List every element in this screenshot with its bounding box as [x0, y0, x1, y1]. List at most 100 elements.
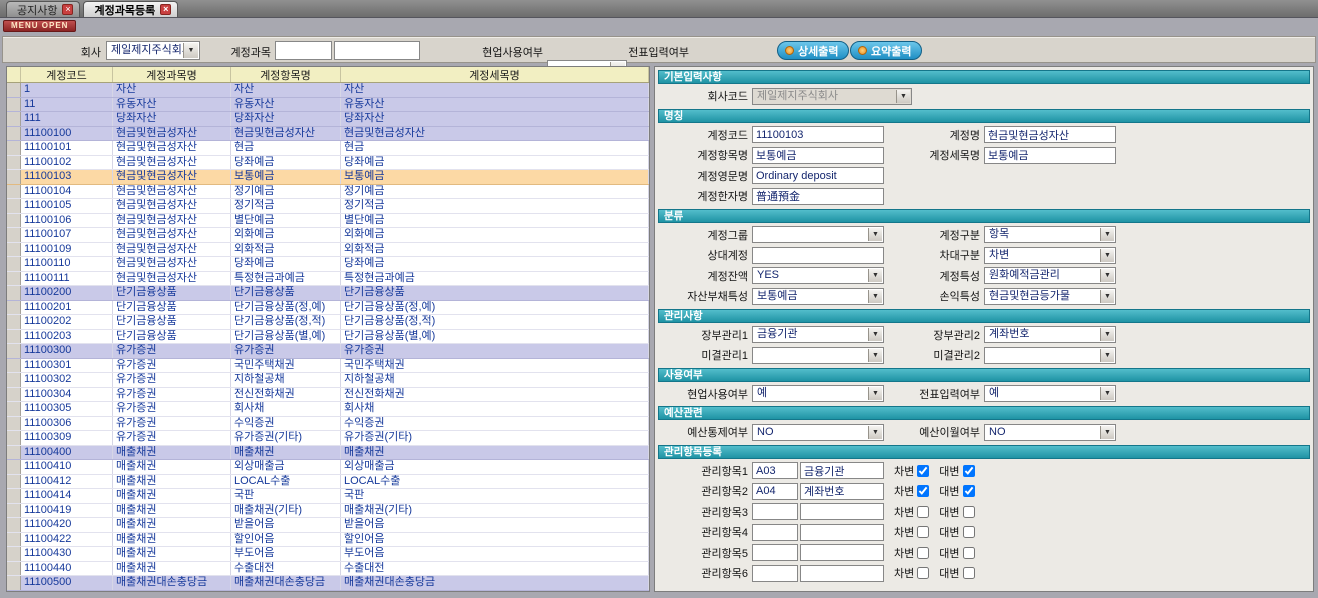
usage-field-select[interactable]: 예 ▼ [752, 385, 884, 402]
mgmt-item-code-input[interactable] [752, 565, 798, 582]
acct-item-input[interactable] [752, 147, 884, 164]
menu-open-button[interactable]: MENU OPEN [3, 20, 76, 32]
table-row[interactable]: 11100107현금및현금성자산외화예금외화예금 [7, 228, 649, 243]
credit-checkbox[interactable] [963, 567, 975, 579]
table-row[interactable]: 11100412매출채권LOCAL수출LOCAL수출 [7, 475, 649, 490]
table-row[interactable]: 11100420매출채권받을어음받을어음 [7, 518, 649, 533]
table-row[interactable]: 11100304유가증권전신전화채권전신전화채권 [7, 388, 649, 403]
acct-detail-input[interactable] [984, 147, 1116, 164]
table-row[interactable]: 11100306유가증권수익증권수익증권 [7, 417, 649, 432]
table-row[interactable]: 11100419매출채권매출채권(기타)매출채권(기타) [7, 504, 649, 519]
table-row[interactable]: 11100414매출채권국판국판 [7, 489, 649, 504]
table-row[interactable]: 11100105현금및현금성자산정기적금정기적금 [7, 199, 649, 214]
table-row[interactable]: 11100202단기금융상품단기금융상품(정,적)단기금융상품(정,적) [7, 315, 649, 330]
column-header[interactable]: 계정과목명 [113, 67, 231, 82]
credit-checkbox[interactable] [963, 485, 975, 497]
cell-account-code: 11100104 [21, 185, 113, 199]
mgmt-item-name-input[interactable] [800, 483, 884, 500]
mgmt-item-name-input[interactable] [800, 565, 884, 582]
table-row[interactable]: 11100300유가증권유가증권유가증권 [7, 344, 649, 359]
credit-checkbox[interactable] [963, 526, 975, 538]
credit-checkbox[interactable] [963, 465, 975, 477]
balance-select[interactable]: YES ▼ [752, 267, 884, 284]
table-row[interactable]: 11100106현금및현금성자산별단예금별단예금 [7, 214, 649, 229]
table-row[interactable]: 11100203단기금융상품단기금융상품(별,예)단기금융상품(별,예) [7, 330, 649, 345]
character-select[interactable]: 원화예적금관리 ▼ [984, 267, 1116, 284]
detail-print-button[interactable]: 상세출력 [777, 41, 849, 60]
acct-code-input[interactable] [752, 126, 884, 143]
table-row[interactable]: 11100305유가증권회사채회사채 [7, 402, 649, 417]
drcr-select[interactable]: 차변 ▼ [984, 247, 1116, 264]
table-row[interactable]: 11100422매출채권할인어음할인어음 [7, 533, 649, 548]
table-row[interactable]: 11100103현금및현금성자산보통예금보통예금 [7, 170, 649, 185]
mgmt-item-name-input[interactable] [800, 503, 884, 520]
asset-char-select[interactable]: 보통예금 ▼ [752, 288, 884, 305]
open2-select[interactable]: ▼ [984, 347, 1116, 364]
mgmt-item-code-input[interactable] [752, 544, 798, 561]
acct-hanja-input[interactable] [752, 188, 884, 205]
table-row[interactable]: 11100309유가증권유가증권(기타)유가증권(기타) [7, 431, 649, 446]
table-row[interactable]: 11100110현금및현금성자산당좌예금당좌예금 [7, 257, 649, 272]
table-row[interactable]: 11100111현금및현금성자산특정현금과예금특정현금과예금 [7, 272, 649, 287]
pl-char-select[interactable]: 현금및현금등가물 ▼ [984, 288, 1116, 305]
table-row[interactable]: 11100410매출채권외상매출금외상매출금 [7, 460, 649, 475]
table-row[interactable]: 11100100현금및현금성자산현금및현금성자산현금및현금성자산 [7, 127, 649, 142]
tab-notice[interactable]: 공지사항 × [6, 1, 80, 17]
debit-checkbox[interactable] [917, 547, 929, 559]
table-row[interactable]: 11100102현금및현금성자산당좌예금당좌예금 [7, 156, 649, 171]
acct-english-input[interactable] [752, 167, 884, 184]
mgmt-item-code-input[interactable] [752, 524, 798, 541]
debit-checkbox[interactable] [917, 465, 929, 477]
table-row[interactable]: 11100201단기금융상품단기금융상품(정,예)단기금융상품(정,예) [7, 301, 649, 316]
tab-account-register-close-icon[interactable]: × [160, 4, 171, 15]
column-header[interactable]: 계정항목명 [231, 67, 341, 82]
debit-checkbox[interactable] [917, 506, 929, 518]
cell-account-name: 유가증권 [113, 388, 231, 402]
tab-notice-close-icon[interactable]: × [62, 4, 73, 15]
tab-account-register[interactable]: 계정과목등록 × [83, 1, 178, 17]
table-row[interactable]: 11100200단기금융상품단기금융상품단기금융상품 [7, 286, 649, 301]
acct-gubun-label: 계정구분 [884, 227, 984, 243]
acct-group-select[interactable]: ▼ [752, 226, 884, 243]
table-row[interactable]: 11100101현금및현금성자산현금현금 [7, 141, 649, 156]
mgmt-item-name-input[interactable] [800, 462, 884, 479]
mgmt-item-name-input[interactable] [800, 544, 884, 561]
table-row[interactable]: 111당좌자산당좌자산당좌자산 [7, 112, 649, 127]
debit-checkbox[interactable] [917, 485, 929, 497]
table-row[interactable]: 11100302유가증권지하철공채지하철공채 [7, 373, 649, 388]
row-selector-cell [7, 359, 21, 373]
column-header[interactable]: 계정코드 [21, 67, 113, 82]
column-header[interactable]: 계정세목명 [341, 67, 649, 82]
table-row[interactable]: 11100301유가증권국민주택채권국민주택채권 [7, 359, 649, 374]
account-code-input[interactable] [275, 41, 332, 60]
summary-print-button[interactable]: 요약출력 [850, 41, 922, 60]
table-row[interactable]: 11유동자산유동자산유동자산 [7, 98, 649, 113]
book1-select[interactable]: 금융기관 ▼ [752, 326, 884, 343]
book2-select[interactable]: 계좌번호 ▼ [984, 326, 1116, 343]
credit-checkbox[interactable] [963, 506, 975, 518]
debit-checkbox[interactable] [917, 567, 929, 579]
counter-acct-input[interactable] [752, 247, 884, 264]
table-row[interactable]: 1자산자산자산 [7, 83, 649, 98]
cell-account-item: 유가증권(기타) [231, 431, 341, 445]
table-row[interactable]: 11100440매출채권수출대전수출대전 [7, 562, 649, 577]
table-row[interactable]: 11100500매출채권대손충당금매출채권대손충당금매출채권대손충당금 [7, 576, 649, 591]
mgmt-item-code-input[interactable] [752, 483, 798, 500]
open1-select[interactable]: ▼ [752, 347, 884, 364]
acct-gubun-select[interactable]: 항목 ▼ [984, 226, 1116, 243]
table-row[interactable]: 11100109현금및현금성자산외화적금외화적금 [7, 243, 649, 258]
table-row[interactable]: 11100400매출채권매출채권매출채권 [7, 446, 649, 461]
company-select[interactable]: 제일제지주식회사 ▼ [106, 41, 200, 60]
usage-slip-select[interactable]: 예 ▼ [984, 385, 1116, 402]
debit-checkbox[interactable] [917, 526, 929, 538]
mgmt-item-name-input[interactable] [800, 524, 884, 541]
table-row[interactable]: 11100430매출채권부도어음부도어음 [7, 547, 649, 562]
account-name-input[interactable] [334, 41, 420, 60]
mgmt-item-code-input[interactable] [752, 462, 798, 479]
credit-checkbox[interactable] [963, 547, 975, 559]
budget-carry-select[interactable]: NO ▼ [984, 424, 1116, 441]
acct-name-input[interactable] [984, 126, 1116, 143]
table-row[interactable]: 11100104현금및현금성자산정기예금정기예금 [7, 185, 649, 200]
budget-control-select[interactable]: NO ▼ [752, 424, 884, 441]
mgmt-item-code-input[interactable] [752, 503, 798, 520]
